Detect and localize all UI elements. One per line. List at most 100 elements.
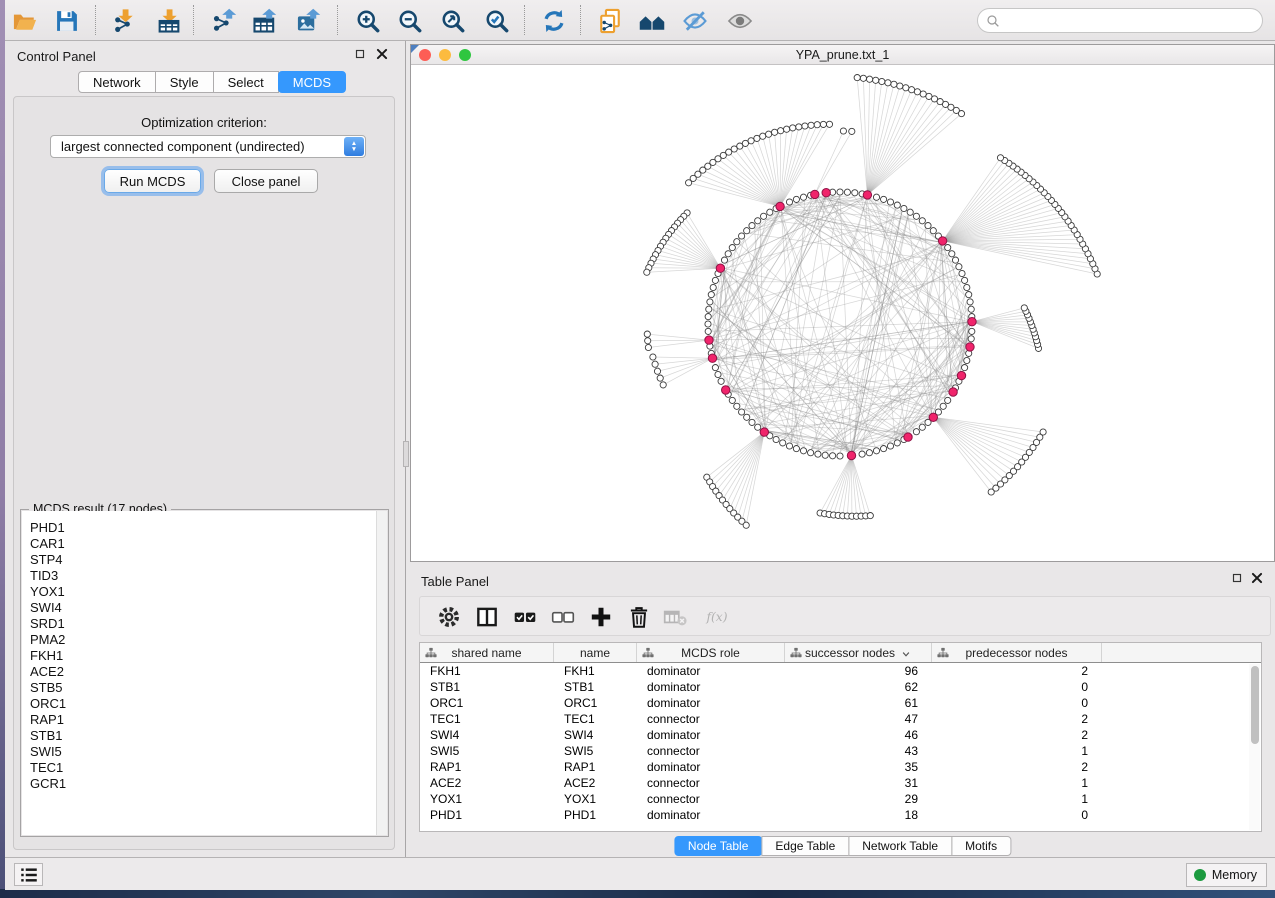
network-leaf-node[interactable] [1040, 429, 1046, 435]
mcds-result-item[interactable]: STB1 [22, 728, 376, 744]
network-node[interactable] [945, 397, 951, 403]
network-leaf-node[interactable] [814, 122, 820, 128]
first-neighbors-button[interactable] [636, 5, 668, 37]
network-leaf-node[interactable] [790, 125, 796, 131]
network-node[interactable] [705, 321, 711, 327]
mcds-node[interactable] [705, 336, 713, 344]
zoom-in-button[interactable] [352, 5, 384, 37]
network-node[interactable] [964, 357, 970, 363]
network-leaf-node[interactable] [867, 76, 873, 82]
network-node[interactable] [749, 223, 755, 229]
mcds-node[interactable] [760, 428, 768, 436]
table-row[interactable]: YOX1YOX1connector291 [420, 791, 1261, 807]
mcds-node[interactable] [722, 386, 730, 394]
network-node[interactable] [962, 365, 968, 371]
network-leaf-node[interactable] [873, 77, 879, 83]
network-leaf-node[interactable] [909, 87, 915, 93]
network-leaf-node[interactable] [748, 138, 754, 144]
network-node[interactable] [708, 292, 714, 298]
mcds-result-item[interactable]: STP4 [22, 552, 376, 568]
network-leaf-node[interactable] [854, 75, 860, 81]
network-node[interactable] [925, 223, 931, 229]
export-network-button[interactable] [209, 5, 241, 37]
tab-network[interactable]: Network [78, 71, 156, 93]
network-node[interactable] [894, 202, 900, 208]
network-node[interactable] [729, 245, 735, 251]
unselect-all-columns-button[interactable] [548, 602, 578, 632]
network-node[interactable] [780, 440, 786, 446]
mcds-result-item[interactable]: FKH1 [22, 648, 376, 664]
mcds-result-item[interactable]: GCR1 [22, 776, 376, 792]
network-node[interactable] [786, 199, 792, 205]
mcds-result-item[interactable]: SWI5 [22, 744, 376, 760]
network-node[interactable] [964, 284, 970, 290]
network-leaf-node[interactable] [686, 180, 692, 186]
network-canvas[interactable] [411, 65, 1274, 561]
mcds-result-item[interactable]: ORC1 [22, 696, 376, 712]
network-node[interactable] [755, 218, 761, 224]
network-leaf-node[interactable] [660, 382, 666, 388]
close-panel-button[interactable] [374, 47, 390, 63]
network-node[interactable] [712, 365, 718, 371]
network-node[interactable] [887, 199, 893, 205]
table-scrollbar[interactable] [1249, 664, 1260, 830]
network-node[interactable] [837, 189, 843, 195]
task-history-button[interactable] [14, 863, 43, 886]
mcds-result-item[interactable]: ACE2 [22, 664, 376, 680]
column-header-successor-nodes[interactable]: successor nodes [785, 643, 932, 662]
mcds-node[interactable] [708, 354, 716, 362]
network-node[interactable] [808, 450, 814, 456]
network-node[interactable] [844, 189, 850, 195]
network-node[interactable] [705, 328, 711, 334]
network-node[interactable] [969, 328, 975, 334]
network-leaf-node[interactable] [743, 522, 749, 528]
memory-button[interactable]: Memory [1186, 863, 1267, 887]
network-node[interactable] [852, 190, 858, 196]
mcds-result-item[interactable]: PMA2 [22, 632, 376, 648]
network-leaf-node[interactable] [826, 121, 832, 127]
table-row[interactable]: ORC1ORC1dominator610 [420, 695, 1261, 711]
tab-edge-table[interactable]: Edge Table [761, 836, 849, 856]
network-node[interactable] [881, 196, 887, 202]
network-node[interactable] [966, 292, 972, 298]
search-input[interactable] [1001, 11, 1262, 31]
mcds-result-item[interactable]: TEC1 [22, 760, 376, 776]
export-image-button[interactable] [293, 5, 325, 37]
network-node[interactable] [793, 446, 799, 452]
network-node[interactable] [949, 251, 955, 257]
mcds-result-item[interactable]: RAP1 [22, 712, 376, 728]
mcds-node[interactable] [968, 318, 976, 326]
network-leaf-node[interactable] [754, 135, 760, 141]
chevron-down-icon[interactable] [901, 648, 911, 658]
network-node[interactable] [721, 257, 727, 263]
network-node[interactable] [705, 314, 711, 320]
tab-style[interactable]: Style [155, 71, 214, 93]
table-row[interactable]: RAP1RAP1dominator352 [420, 759, 1261, 775]
network-leaf-node[interactable] [885, 80, 891, 86]
network-leaf-node[interactable] [891, 81, 897, 87]
mcds-node[interactable] [929, 413, 937, 421]
network-node[interactable] [822, 452, 828, 458]
open-file-button[interactable] [9, 5, 41, 37]
network-leaf-node[interactable] [796, 124, 802, 130]
network-leaf-node[interactable] [778, 128, 784, 134]
network-node[interactable] [962, 277, 968, 283]
mcds-result-item[interactable]: CAR1 [22, 536, 376, 552]
network-leaf-node[interactable] [897, 83, 903, 89]
network-leaf-node[interactable] [802, 123, 808, 129]
network-leaf-node[interactable] [860, 75, 866, 81]
network-node[interactable] [952, 257, 958, 263]
network-node[interactable] [767, 209, 773, 215]
mcds-result-item[interactable]: STB5 [22, 680, 376, 696]
mcds-node[interactable] [811, 190, 819, 198]
network-node[interactable] [913, 429, 919, 435]
split-columns-button[interactable] [472, 602, 502, 632]
network-node[interactable] [959, 270, 965, 276]
mcds-node[interactable] [847, 451, 855, 459]
float-panel-button[interactable] [352, 47, 368, 63]
network-leaf-node[interactable] [1021, 305, 1027, 311]
network-node[interactable] [830, 453, 836, 459]
network-leaf-node[interactable] [652, 361, 658, 367]
close-panel-button-mcds[interactable]: Close panel [214, 169, 318, 193]
tab-node-table[interactable]: Node Table [674, 836, 763, 856]
